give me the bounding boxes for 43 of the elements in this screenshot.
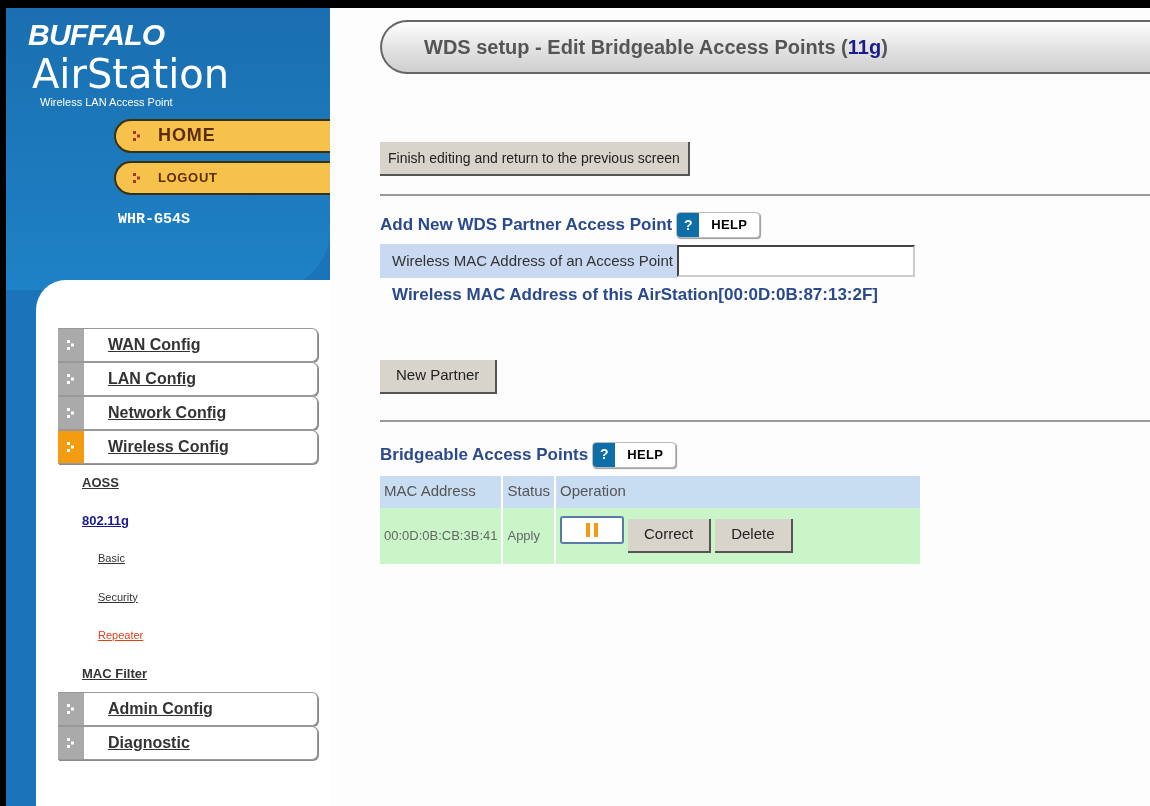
row-action-button[interactable]: Delete [715, 518, 793, 553]
page-title: WDS setup - Edit Bridgeable Access Points (11g) [380, 20, 1150, 74]
sidebar-subitem[interactable]: Basic [82, 539, 125, 578]
section-heading: Add New WDS Partner Access Point [380, 214, 673, 237]
field-label: Wireless MAC Address of an Access Point [380, 244, 677, 278]
help-button[interactable]: ? HELP [592, 441, 677, 468]
chevron-icon [66, 373, 76, 385]
pause-icon [585, 522, 599, 537]
sidebar-subitem[interactable]: MAC Filter [82, 654, 147, 692]
tagline: Wireless LAN Access Point [40, 95, 174, 110]
brand-logo: BUFFALO [28, 20, 166, 50]
finish-button[interactable]: Finish editing and return to the previous screen [380, 142, 690, 176]
nav-pill-button[interactable]: HOME [114, 118, 330, 153]
product-name: AirStation [32, 54, 231, 94]
new-partner-button[interactable]: New Partner [380, 359, 498, 394]
chevron-icon [132, 171, 142, 184]
table-cell: Apply [502, 507, 555, 564]
sidebar-subitem[interactable]: Repeater [82, 616, 144, 655]
column-header: Operation [555, 475, 920, 508]
sidebar-item[interactable]: Diagnostic [58, 726, 318, 760]
mac-input-field[interactable] [676, 245, 915, 277]
pause-button[interactable] [560, 515, 624, 544]
row-action-button[interactable]: Correct [628, 518, 712, 553]
section-heading: Bridgeable Access Points [380, 443, 589, 466]
chevron-icon [66, 441, 76, 453]
sidebar-item[interactable]: Network Config [58, 396, 318, 430]
chevron-icon [132, 129, 142, 142]
table-cell: 00:0D:0B:CB:3B:41 [380, 507, 503, 564]
chevron-icon [66, 339, 76, 351]
chevron-icon [66, 703, 76, 715]
sidebar-item[interactable]: LAN Config [58, 362, 318, 396]
chevron-icon [66, 407, 76, 419]
sidebar-subitem[interactable]: 802.11g [82, 501, 129, 539]
nav-pill-button[interactable]: LOGOUT [114, 160, 330, 195]
sidebar-subitem[interactable]: Security [82, 577, 138, 616]
sidebar-subitem[interactable]: AOSS [82, 464, 119, 502]
help-button[interactable]: ? HELP [676, 212, 761, 238]
chevron-icon [66, 737, 76, 749]
own-mac-text: Wireless MAC Address of this AirStation[00:0D:0B:87:13:2F] [392, 284, 880, 306]
sidebar-item[interactable]: Admin Config [58, 692, 318, 726]
model-name: WHR-G54S [118, 209, 191, 230]
sidebar-item[interactable]: Wireless Config [58, 430, 318, 464]
sidebar-item[interactable]: WAN Config [58, 328, 318, 362]
